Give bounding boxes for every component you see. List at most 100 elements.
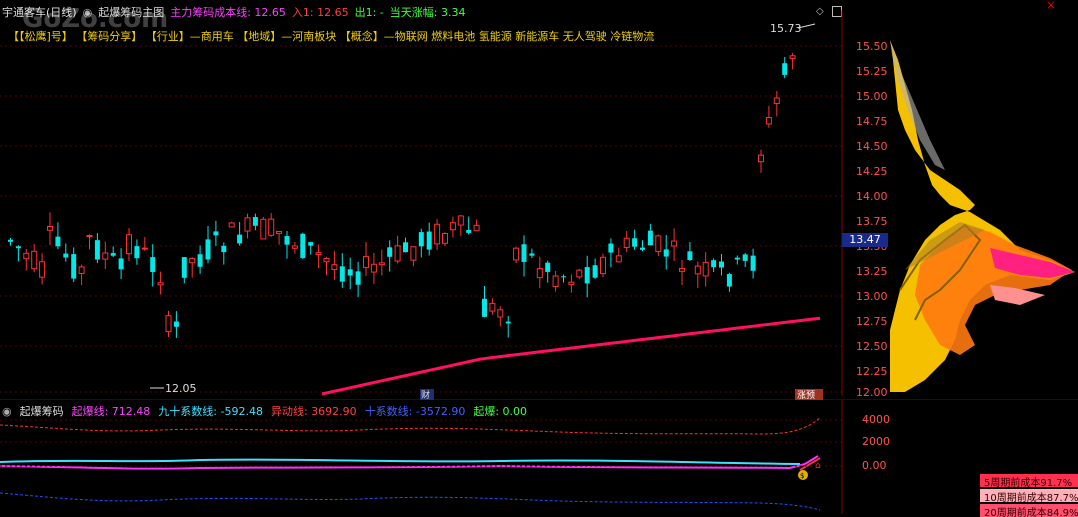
candle-body [300,233,306,258]
candle-body [141,247,148,250]
candle-body [663,249,669,257]
high-label: 15.73 [770,22,802,35]
candle-body [55,236,61,247]
price-tick-label: 12.75 [856,315,888,328]
candle-body [758,154,764,163]
candle-body [410,246,417,261]
candle-body [378,262,385,266]
stat-20-period: 20周期前成本84.9% [980,504,1078,517]
candle-body [205,239,211,260]
candle-body [529,253,535,256]
candle-body [615,255,622,263]
price-tick-label: 14.25 [856,165,888,178]
candle-body [244,217,251,232]
price-tick-label: 12.25 [856,365,888,378]
candle-body [181,257,187,278]
candle-body [473,224,480,232]
candle-body [552,275,559,288]
price-axis: 15.50 15.25 15.00 14.75 14.50 14.25 14.00 13.75… [856,40,888,399]
candle-body [765,117,772,125]
candle-body [640,247,645,250]
ind-axis-4000: 4000 [862,413,890,426]
candle-body [237,234,243,244]
candle-body [457,215,464,226]
candle-body [702,261,709,277]
candle-body [576,269,583,278]
candle-body [403,242,408,253]
candle-body [466,229,472,233]
candle-body [426,231,432,250]
candle-body [315,252,322,256]
price-tick-label: 13.25 [856,265,888,278]
price-tick-label: 13.00 [856,290,888,303]
candle-body [126,234,132,255]
candle-body [268,218,275,236]
candle-body [150,257,156,272]
candle-body [711,260,717,268]
candle-body [505,321,511,324]
candle-body [94,240,100,260]
candle-body [600,256,606,275]
candle-body [228,222,235,228]
candle-body [608,243,614,253]
candle-body [734,257,740,260]
candle-body [655,235,662,252]
candle-body [173,321,179,327]
candle-body [632,238,638,247]
candle-body [134,246,140,259]
candle-body [647,230,653,246]
svg-text:$: $ [800,472,804,480]
candle-body [221,245,227,253]
candle-body [679,267,685,272]
chip-distribution-gold [890,40,1075,392]
candle-body [47,226,53,231]
ten-line [0,492,821,511]
cost-line [321,316,821,396]
indicator-chart[interactable]: $ ⌂ 4000 2000 0.00 [0,400,980,514]
candle-body [284,236,290,245]
candle-body [489,302,496,312]
candle-body [118,258,124,270]
candle-body [110,253,116,256]
price-tick-label: 13.75 [856,215,888,228]
ninety-line [0,458,801,465]
candle-body [545,262,551,272]
price-tick-label: 14.75 [856,115,888,128]
candle-body [536,268,543,279]
candle-body [71,254,77,279]
price-tick-label: 15.00 [856,90,888,103]
candle-body [39,261,46,278]
candle-body [213,231,219,236]
candle-body [291,245,298,249]
price-tick-label: 15.50 [856,40,888,53]
candle-body [449,222,456,231]
candle-body [23,252,30,260]
price-tick-label: 12.00 [856,386,888,399]
stat-10-period: 10周期前成本87.7% [980,489,1078,502]
marker-zhang: 涨预 [797,390,815,400]
candle-body [102,252,109,260]
candle-body [592,265,598,278]
candle-body [513,247,520,261]
candle-body [719,261,724,268]
price-chart[interactable]: 15.50 15.25 15.00 14.75 14.50 14.25 14.00 13.75… [0,0,1078,400]
price-tick-label: 14.00 [856,190,888,203]
current-price-box: 13.47 [842,233,888,247]
stat-5-period: 5周期前成本91.7% [980,474,1078,487]
candle-body [561,276,566,278]
candle-body [671,240,678,247]
candle-body [15,246,21,249]
candle-body [86,235,93,238]
candle-body [355,271,361,285]
candle-body [742,254,748,261]
candle-body [197,254,203,267]
candle-body [323,258,330,263]
candle-body [434,223,441,245]
candle-body [387,247,393,257]
candle-body [31,250,38,270]
candle-body [497,309,504,318]
candle-body [482,298,487,317]
candle-body [442,233,448,244]
ind-axis-0: 0.00 [862,459,887,472]
candle-body [394,245,401,262]
